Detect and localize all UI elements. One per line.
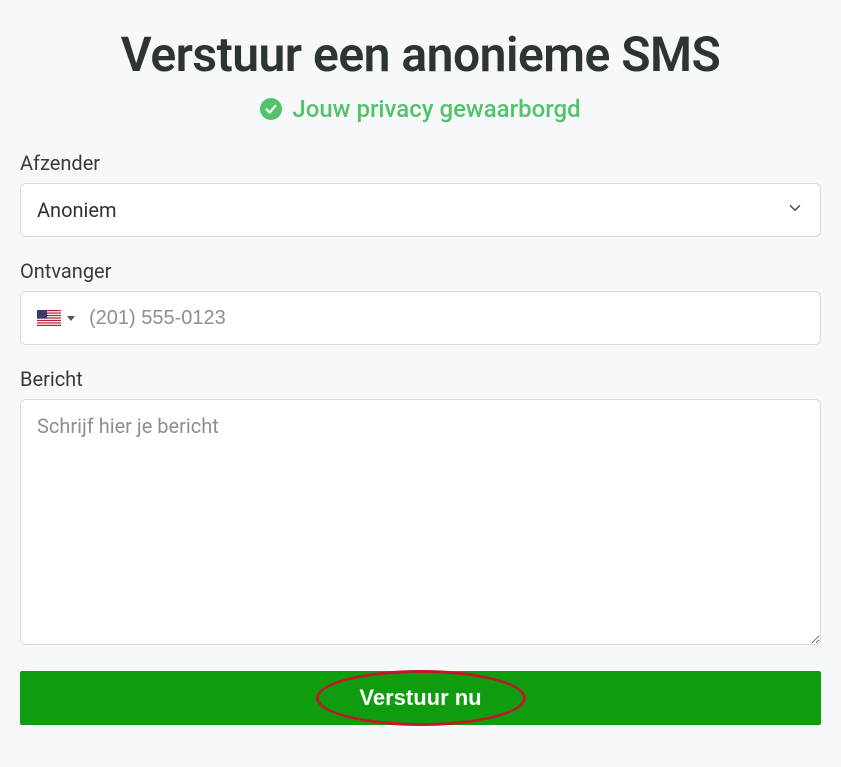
phone-input-container [20,291,821,345]
caret-down-icon [67,316,75,321]
recipient-input[interactable] [89,307,804,330]
privacy-text: Jouw privacy gewaarborgd [292,95,580,123]
chevron-down-icon [786,199,804,221]
country-selector[interactable] [37,310,75,326]
privacy-badge: Jouw privacy gewaarborgd [20,95,821,123]
sender-select[interactable]: Anoniem [20,183,821,237]
message-input[interactable] [20,399,821,645]
recipient-label: Ontvanger [20,259,821,283]
flag-us-icon [37,310,61,326]
message-label: Bericht [20,367,821,391]
sender-selected-value: Anoniem [37,198,786,222]
page-title: Verstuur een anonieme SMS [20,26,821,83]
check-icon [260,98,282,120]
submit-button[interactable]: Verstuur nu [20,671,821,725]
sender-label: Afzender [20,151,821,175]
